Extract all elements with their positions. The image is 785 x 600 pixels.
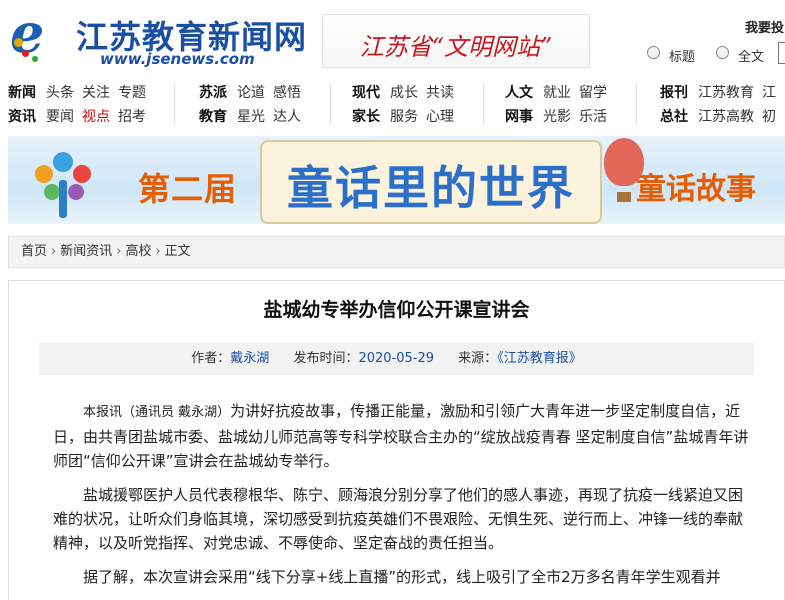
search-radio-title-label: 标题 [669, 50, 696, 65]
nav-link[interactable]: 初 [762, 109, 776, 125]
source-name[interactable]: 《江苏教育报》 [497, 351, 582, 366]
search-title: 我要投 [745, 21, 785, 36]
nav-divider [174, 84, 175, 124]
article-paragraph: 盐城援鄂医护人员代表穆根华、陈宁、顾海浪分别分享了他们的感人事迹，再现了抗疫一线… [53, 486, 744, 552]
article-panel: 盐城幼专举办信仰公开课宣讲会 作者：戴永湖 发布时间：2020-05-29 来源… [8, 280, 785, 600]
logo-dot-icon [22, 50, 29, 57]
search-radio-title[interactable] [647, 46, 660, 59]
article-body: 本报讯（通讯员 戴永湖）为讲好抗疫故事，传播正能量，激励和引领广大青年进一步坚定… [53, 399, 756, 599]
breadcrumb-home[interactable]: 首页 [21, 244, 47, 259]
nav-head[interactable]: 人文 [505, 85, 533, 101]
nav-link[interactable]: 星光 [237, 109, 265, 125]
nav-link[interactable]: 论道 [237, 85, 265, 101]
breadcrumb-separator-icon: › [116, 244, 122, 259]
nav-link[interactable]: 留学 [579, 85, 607, 101]
banner-subtitle: 童话故事 [636, 172, 756, 207]
breadcrumb-news[interactable]: 新闻资讯 [60, 244, 112, 259]
nav-head[interactable]: 总社 [660, 109, 688, 125]
nav-link[interactable]: 光影 [543, 109, 571, 125]
nav-head[interactable]: 苏派 [199, 85, 227, 101]
nav-head[interactable]: 家长 [352, 109, 380, 125]
search-input[interactable] [778, 42, 785, 64]
search-radio-fulltext-label: 全文 [738, 50, 765, 65]
nav-link-active[interactable]: 视点 [82, 109, 110, 125]
logo-dot-icon [14, 38, 23, 47]
nav-link[interactable]: 就业 [543, 85, 571, 101]
article-paragraph: 本报讯（通讯员 戴永湖）为讲好抗疫故事，传播正能量，激励和引领广大青年进一步坚定… [53, 402, 749, 470]
nav-link[interactable]: 要闻 [46, 109, 74, 125]
promo-banner[interactable]: 第二届 童话里的世界 童话故事 [8, 136, 785, 224]
breadcrumb-college[interactable]: 高校 [125, 244, 151, 259]
main-nav: 新闻 头条 关注 专题 资讯 要闻 视点 招考 苏派 论道 感悟 教育 星光 达人 现代 成长 共读 家… [0, 82, 785, 126]
nav-divider [636, 84, 637, 124]
nav-head[interactable]: 网事 [505, 109, 533, 125]
search-radio-fulltext[interactable] [716, 46, 729, 59]
author-name[interactable]: 戴永湖 [230, 351, 269, 366]
nav-link[interactable]: 感悟 [273, 85, 301, 101]
nav-link[interactable]: 江苏高教 [698, 109, 754, 125]
nav-link[interactable]: 乐活 [579, 109, 607, 125]
nav-head[interactable]: 报刊 [660, 85, 688, 101]
banner-scroll: 童话里的世界 [260, 140, 602, 224]
breadcrumb-separator-icon: › [51, 244, 57, 259]
nav-head[interactable]: 资讯 [8, 109, 36, 125]
site-logo[interactable]: e 江苏教育新闻网 www.jsenews.com [10, 6, 310, 68]
nav-link[interactable]: 心理 [426, 109, 454, 125]
nav-link[interactable]: 成长 [390, 85, 418, 101]
nav-link[interactable]: 共读 [426, 85, 454, 101]
source-label: 来源： [458, 351, 498, 366]
nav-link[interactable]: 关注 [82, 85, 110, 101]
author-label: 作者： [191, 351, 231, 366]
nav-head[interactable]: 教育 [199, 109, 227, 125]
nav-divider [483, 84, 484, 124]
civilization-badge: 江苏省“文明网站” [322, 14, 590, 68]
breadcrumb-current: 正文 [164, 244, 191, 259]
banner-title: 童话里的世界 [287, 161, 575, 215]
date-label: 发布时间： [293, 351, 359, 366]
logo-dot-icon [32, 56, 38, 62]
banner-edition: 第二届 [138, 170, 238, 208]
balloon-basket-icon [617, 192, 631, 202]
nav-link[interactable]: 招考 [118, 109, 146, 125]
article-meta: 作者：戴永湖 发布时间：2020-05-29 来源：《江苏教育报》 [39, 343, 754, 375]
tree-figure-icon [35, 152, 91, 218]
nav-link[interactable]: 达人 [273, 109, 301, 125]
nav-head[interactable]: 现代 [352, 85, 380, 101]
nav-link[interactable]: 头条 [46, 85, 74, 101]
nav-divider [330, 84, 331, 124]
article-paragraph: 据了解，本次宣讲会采用“线下分享+线上直播”的形式，线上吸引了全市2万多名青年学… [83, 568, 721, 586]
nav-head[interactable]: 新闻 [8, 85, 36, 101]
nav-link[interactable]: 江苏教育 [698, 85, 754, 101]
nav-link[interactable]: 江 [762, 85, 776, 101]
breadcrumb-separator-icon: › [155, 244, 161, 259]
article-lead: 本报讯（通讯员 戴永湖） [83, 405, 231, 420]
publish-date: 2020-05-29 [358, 351, 435, 366]
site-url: www.jsenews.com [100, 50, 255, 68]
nav-link[interactable]: 服务 [390, 109, 418, 125]
breadcrumb: 首页 › 新闻资讯 › 高校 › 正文 [8, 236, 785, 268]
civilization-badge-text: 江苏省“文明网站” [359, 33, 553, 61]
article-title: 盐城幼专举办信仰公开课宣讲会 [263, 299, 530, 321]
nav-link[interactable]: 专题 [118, 85, 146, 101]
